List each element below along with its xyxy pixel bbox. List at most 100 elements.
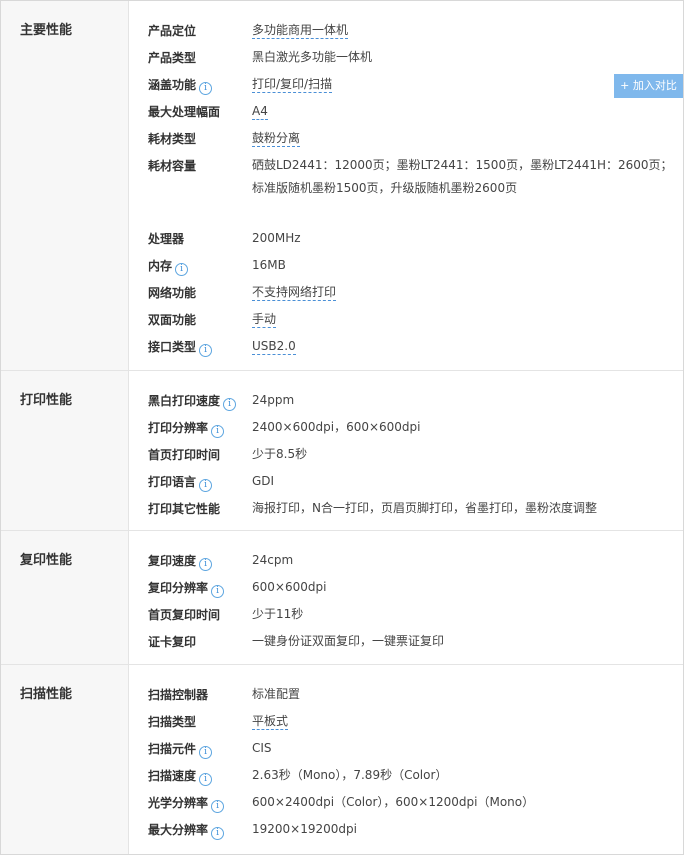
spec-label-text: 产品类型 xyxy=(148,51,197,65)
spec-label-text: 首页打印时间 xyxy=(148,448,221,462)
spec-value: 2.63秒（Mono），7.89秒（Color） xyxy=(252,761,683,787)
spec-section: 扫描性能 扫描控制器 标准配置 扫描类型 平板式 扫描元件 i CIS 扫描速度 i 2.63秒（M… xyxy=(1,665,683,854)
spec-value-text: 2400×600dpi，600×600dpi xyxy=(252,420,421,434)
spec-value-line2: 标准版随机墨粉1500页，升级版随机墨粉2600页 xyxy=(252,181,518,195)
info-icon[interactable]: i xyxy=(211,425,225,438)
section-body: 产品定位 多功能商用一体机 产品类型 黑白激光多功能一体机 涵盖功能 i 打印/复印/扫描最… xyxy=(129,1,683,370)
spec-value-text: CIS xyxy=(252,741,272,755)
spec-label-text: 涵盖功能 xyxy=(148,78,197,92)
spec-label-text: 产品定位 xyxy=(148,24,197,38)
spec-row: 打印语言 i GDI xyxy=(129,467,683,494)
spec-value-text: 200MHz xyxy=(252,231,301,245)
spec-label-text: 扫描元件 xyxy=(148,742,197,756)
spec-label-text: 光学分辨率 xyxy=(148,796,209,810)
spec-row: 涵盖功能 i 打印/复印/扫描 xyxy=(129,70,683,97)
spec-row: 黑白打印速度 i 24ppm xyxy=(129,386,683,413)
spec-label: 打印分辨率 i xyxy=(129,413,252,438)
spec-label-text: 复印速度 xyxy=(148,554,197,568)
spec-row: 产品定位 多功能商用一体机 xyxy=(129,16,683,43)
spec-value-text: 标准配置 xyxy=(252,687,301,701)
info-icon[interactable]: i xyxy=(175,263,189,276)
spec-label: 耗材类型 xyxy=(129,124,252,148)
spec-label: 打印其它性能 xyxy=(129,494,252,518)
info-icon[interactable]: i xyxy=(199,558,213,571)
spec-label: 网络功能 xyxy=(129,278,252,302)
spec-label: 扫描类型 xyxy=(129,707,252,731)
spec-value-link[interactable]: 鼓粉分离 xyxy=(252,131,301,147)
spec-label-text: 打印语言 xyxy=(148,475,197,489)
spec-row: 接口类型 i USB2.0 xyxy=(129,332,683,359)
spec-row: 耗材类型 鼓粉分离 xyxy=(129,124,683,151)
spec-row: 扫描类型 平板式 xyxy=(129,707,683,734)
spec-label-text: 耗材容量 xyxy=(148,159,197,173)
spec-value: USB2.0 xyxy=(252,332,683,358)
info-icon[interactable]: i xyxy=(223,398,237,411)
spec-value: A4 xyxy=(252,97,683,123)
spec-label-text: 双面功能 xyxy=(148,313,197,327)
spec-label: 首页复印时间 xyxy=(129,600,252,624)
spec-label-text: 复印分辨率 xyxy=(148,581,209,595)
spec-label: 最大处理幅面 xyxy=(129,97,252,121)
spec-row: 证卡复印 一键身份证双面复印，一键票证复印 xyxy=(129,627,683,654)
spec-value-link[interactable]: 不支持网络打印 xyxy=(252,285,337,301)
spec-section: 复印性能 复印速度 i 24cpm 复印分辨率 i 600×600dpi 首页复印时间 少于11… xyxy=(1,531,683,665)
info-icon[interactable]: i xyxy=(211,800,225,813)
spec-value: 鼓粉分离 xyxy=(252,124,683,150)
spec-value: 一键身份证双面复印，一键票证复印 xyxy=(252,627,683,653)
info-icon[interactable]: i xyxy=(211,585,225,598)
spec-value-link[interactable]: A4 xyxy=(252,104,268,120)
spec-label-text: 扫描控制器 xyxy=(148,688,209,702)
spec-value-link[interactable]: 打印/复印/扫描 xyxy=(252,77,333,93)
spec-row: 复印速度 i 24cpm xyxy=(129,546,683,573)
spec-label: 光学分辨率 i xyxy=(129,788,252,813)
spec-label: 处理器 xyxy=(129,224,252,248)
spec-section: 主要性能 产品定位 多功能商用一体机 产品类型 黑白激光多功能一体机 涵盖功能 i 打印/复印… xyxy=(1,1,683,371)
info-icon[interactable]: i xyxy=(211,827,225,840)
spec-section: 打印性能 黑白打印速度 i 24ppm 打印分辨率 i 2400×600dpi，600×60… xyxy=(1,371,683,531)
spec-value-link[interactable]: 平板式 xyxy=(252,714,289,730)
info-icon[interactable]: i xyxy=(199,746,213,759)
spec-row: 打印分辨率 i 2400×600dpi，600×600dpi xyxy=(129,413,683,440)
spec-row: 复印分辨率 i 600×600dpi xyxy=(129,573,683,600)
spec-label: 证卡复印 xyxy=(129,627,252,651)
spec-value-link[interactable]: 多功能商用一体机 xyxy=(252,23,349,39)
spec-label: 黑白打印速度 i xyxy=(129,386,252,411)
spec-value: 600×2400dpi（Color），600×1200dpi（Mono） xyxy=(252,788,683,814)
spec-value: 600×600dpi xyxy=(252,573,683,599)
spec-row: 首页复印时间 少于11秒 xyxy=(129,600,683,627)
spec-row: 扫描控制器 标准配置 xyxy=(129,680,683,707)
spec-value: 2400×600dpi，600×600dpi xyxy=(252,413,683,439)
spec-label-text: 证卡复印 xyxy=(148,635,197,649)
spec-row: 首页打印时间 少于8.5秒 xyxy=(129,440,683,467)
spec-label-text: 最大处理幅面 xyxy=(148,105,221,119)
spec-row: 扫描速度 i 2.63秒（Mono），7.89秒（Color） xyxy=(129,761,683,788)
spec-value-text: 600×2400dpi（Color），600×1200dpi（Mono） xyxy=(252,795,535,809)
spec-value-text: 少于11秒 xyxy=(252,607,304,621)
spec-value: 少于11秒 xyxy=(252,600,683,626)
spec-value: 平板式 xyxy=(252,707,683,733)
spec-row: 网络功能 不支持网络打印 xyxy=(129,278,683,305)
info-icon[interactable]: i xyxy=(199,479,213,492)
add-to-compare-button[interactable]: + 加入对比 xyxy=(614,74,683,98)
spec-value-link[interactable]: USB2.0 xyxy=(252,339,296,355)
spec-value-link[interactable]: 手动 xyxy=(252,312,277,328)
spec-label-text: 处理器 xyxy=(148,232,185,246)
spec-value: 200MHz xyxy=(252,224,683,250)
spec-value: 少于8.5秒 xyxy=(252,440,683,466)
info-icon[interactable]: i xyxy=(199,773,213,786)
spec-label: 接口类型 i xyxy=(129,332,252,357)
spec-value-text: 黑白激光多功能一体机 xyxy=(252,50,373,64)
info-icon[interactable]: i xyxy=(199,344,213,357)
spec-label: 复印分辨率 i xyxy=(129,573,252,598)
spec-row: 最大分辨率 i 19200×19200dpi xyxy=(129,815,683,842)
spec-row: 光学分辨率 i 600×2400dpi（Color），600×1200dpi（Mon… xyxy=(129,788,683,815)
spec-value: 海报打印，N合一打印，页眉页脚打印，省墨打印，墨粉浓度调整 xyxy=(252,494,683,520)
spec-row: 产品类型 黑白激光多功能一体机 xyxy=(129,43,683,70)
spec-row: 内存 i 16MB xyxy=(129,251,683,278)
spec-value: 19200×19200dpi xyxy=(252,815,683,841)
spec-value: CIS xyxy=(252,734,683,760)
spec-label-text: 网络功能 xyxy=(148,286,197,300)
info-icon[interactable]: i xyxy=(199,82,213,95)
spec-value: 硒鼓LD2441：12000页；墨粉LT2441：1500页，墨粉LT2441H… xyxy=(252,151,683,200)
section-body: 黑白打印速度 i 24ppm 打印分辨率 i 2400×600dpi，600×600dpi… xyxy=(129,371,683,530)
